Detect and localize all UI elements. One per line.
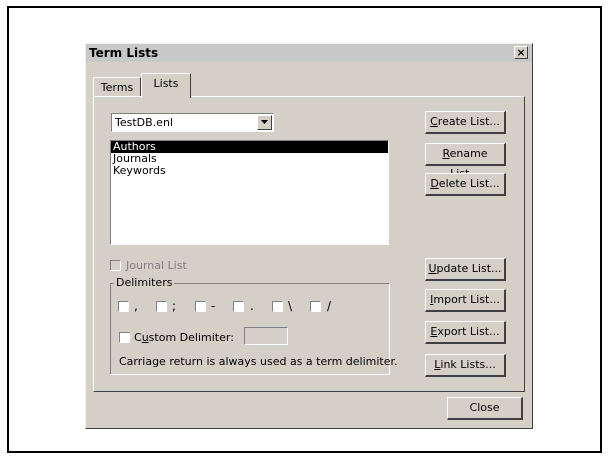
update-list-button[interactable]: Update List... [425,258,506,281]
delimiter-period-checkbox[interactable] [233,301,244,312]
delimiter-semicolon-checkbox[interactable] [156,301,167,312]
export-list-button[interactable]: Export List... [425,321,506,344]
delimiter-semicolon-label: ; [172,299,177,313]
library-select[interactable]: TestDB.enl [111,113,274,132]
delimiter-hyphen-checkbox[interactable] [195,301,206,312]
delimiter-slash-checkbox[interactable] [310,301,321,312]
delimiter-slash-label: / [327,299,332,313]
term-lists-listbox[interactable]: Authors Journals Keywords [110,140,389,245]
link-lists-button[interactable]: Link Lists... [425,354,506,377]
create-list-button[interactable]: Create List... [425,111,506,134]
delimiter-comma-checkbox[interactable] [118,301,129,312]
dropdown-button[interactable] [257,115,272,130]
delete-list-button[interactable]: Delete List... [425,173,506,196]
delimiter-comma-label: , [134,299,138,313]
custom-delimiter-checkbox[interactable] [119,332,130,343]
chevron-down-icon [261,120,268,124]
tab-lists[interactable]: Lists [141,73,191,98]
delimiter-backslash-checkbox[interactable] [272,301,283,312]
delimiter-hyphen-label: - [211,299,216,313]
delimiter-period-label: . [250,299,254,313]
delimiter-backslash-label: \ [288,299,293,313]
term-lists-dialog: Term Lists × Terms Lists TestDB.enl Auth… [85,43,533,429]
journal-list-checkbox[interactable] [110,260,121,271]
journal-list-label: Journal List [126,259,187,272]
list-item[interactable]: Keywords [111,165,388,177]
library-select-value: TestDB.enl [115,116,173,129]
import-list-button[interactable]: Import List... [425,289,506,312]
custom-delimiter-input[interactable] [244,327,288,345]
tab-terms[interactable]: Terms [93,77,141,97]
rename-list-button[interactable]: Rename List... [425,143,506,180]
custom-delimiter-label: Custom Delimiter: [134,331,234,344]
close-icon[interactable]: × [514,46,528,59]
close-button[interactable]: Close [447,397,523,420]
delimiters-legend: Delimiters [114,276,175,289]
dialog-title: Term Lists [89,46,159,60]
delimiter-note: Carriage return is always used as a term… [119,355,398,368]
title-bar: Term Lists × [86,44,532,62]
